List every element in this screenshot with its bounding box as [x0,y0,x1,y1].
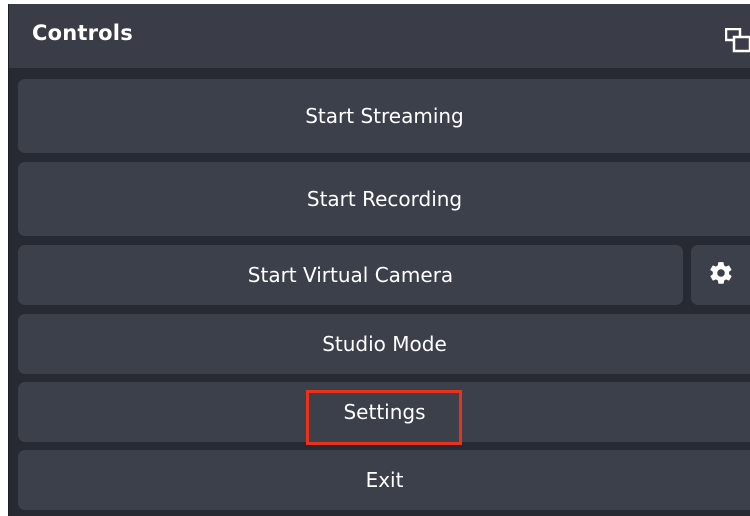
settings-button[interactable]: Settings [18,382,750,442]
exit-label: Exit [365,468,404,492]
dock-header: Controls [9,4,750,68]
start-virtual-camera-button[interactable]: Start Virtual Camera [18,245,683,305]
controls-dock: Controls Start Streaming Start Recording… [8,4,750,516]
start-streaming-button[interactable]: Start Streaming [18,79,750,153]
dock-title: Controls [32,21,133,45]
settings-label: Settings [343,400,426,424]
exit-button[interactable]: Exit [18,450,750,510]
screenshot-frame: Controls Start Streaming Start Recording… [0,0,750,516]
gear-icon [708,260,734,291]
start-streaming-label: Start Streaming [305,104,464,128]
studio-mode-button[interactable]: Studio Mode [18,314,750,374]
start-recording-button[interactable]: Start Recording [18,162,750,236]
start-virtual-camera-label: Start Virtual Camera [247,263,454,287]
undock-icon[interactable] [724,27,750,54]
start-recording-label: Start Recording [306,187,463,211]
studio-mode-label: Studio Mode [322,332,447,356]
virtual-camera-settings-button[interactable] [691,245,750,305]
